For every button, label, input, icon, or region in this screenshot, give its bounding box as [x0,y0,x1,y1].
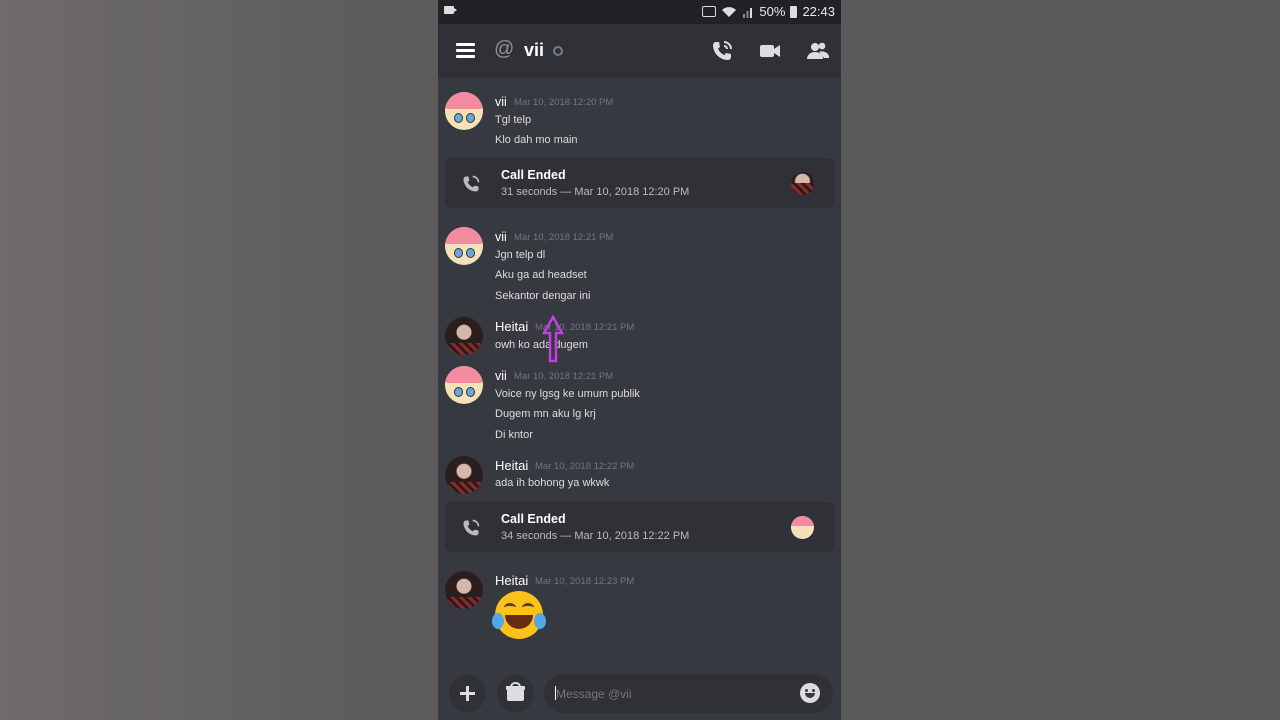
call-title: Call Ended [501,512,566,526]
avatar-vii[interactable] [445,366,483,404]
cursor-arrow-icon [542,315,564,363]
message-author[interactable]: vii [495,95,507,109]
call-participant-avatar[interactable] [791,516,814,539]
signal-icon [743,7,753,18]
call-detail: 31 seconds — Mar 10, 2018 12:20 PM [501,186,690,198]
battery-icon [790,5,798,18]
message-text: Di kntor [495,429,533,441]
avatar-heitai[interactable] [445,571,483,609]
joy-emoji-icon [492,591,546,639]
call-detail: 34 seconds — Mar 10, 2018 12:22 PM [501,530,690,542]
wifi-icon [722,6,737,17]
message-author[interactable]: Heitai [495,458,528,473]
status-bar: 50% 22:43 [438,0,841,24]
call-participant-avatar[interactable] [791,172,814,195]
message-list[interactable]: vii Mar 10, 2018 12:20 PM Tgl telp Klo d… [438,78,841,668]
message-text: Dugem mn aku lg krj [495,408,596,420]
call-title: Call Ended [501,168,566,182]
call-icon [463,519,480,536]
message-text: Jgn telp dl [495,249,546,261]
avatar-vii[interactable] [445,227,483,265]
text-caret [555,686,556,700]
avatar-heitai[interactable] [445,456,483,494]
video-camera-icon [444,6,457,14]
offline-status-icon [553,46,563,56]
hamburger-menu-icon[interactable] [456,43,475,58]
message-text: ada ih bohong ya wkwk [495,477,610,489]
video-call-icon[interactable] [758,39,782,63]
message-author[interactable]: vii [495,230,507,244]
message-timestamp: Mar 10, 2018 12:21 PM [514,232,614,243]
add-attachment-button[interactable] [449,675,486,712]
voice-call-icon[interactable] [710,39,734,63]
gift-button[interactable] [497,675,534,712]
message-timestamp: Mar 10, 2018 12:20 PM [514,97,614,108]
emoji-picker-icon[interactable] [800,683,820,703]
avatar-vii[interactable] [445,92,483,130]
cast-icon [702,6,717,17]
message-text: Voice ny lgsg ke umum publik [495,388,640,400]
phone-screen: 50% 22:43 @ vii vii Mar 10, 2018 12:20 P… [438,0,841,720]
message-text: Tgl telp [495,114,532,126]
channel-name[interactable]: vii [524,40,544,61]
call-ended-card[interactable]: Call Ended 34 seconds — Mar 10, 2018 12:… [445,502,834,552]
avatar-heitai[interactable] [445,317,483,355]
message-text: Aku ga ad headset [495,269,587,281]
message-text: Sekantor dengar ini [495,290,591,302]
message-timestamp: Mar 10, 2018 12:22 PM [535,461,635,472]
clock: 22:43 [802,4,835,19]
message-timestamp: Mar 10, 2018 12:21 PM [514,371,614,382]
message-author[interactable]: vii [495,369,507,383]
message-input[interactable] [544,674,833,713]
message-timestamp: Mar 10, 2018 12:23 PM [535,576,635,587]
call-ended-card[interactable]: Call Ended 31 seconds — Mar 10, 2018 12:… [445,158,834,208]
video-background-right [841,0,1280,720]
message-author[interactable]: Heitai [495,319,528,334]
message-composer [438,668,841,720]
call-icon [463,175,480,192]
members-icon[interactable] [806,39,830,63]
app-header: @ vii [438,24,841,78]
at-icon: @ [494,38,515,60]
message-text: Klo dah mo main [495,134,578,146]
message-author[interactable]: Heitai [495,573,528,588]
battery-percent: 50% [759,4,786,19]
